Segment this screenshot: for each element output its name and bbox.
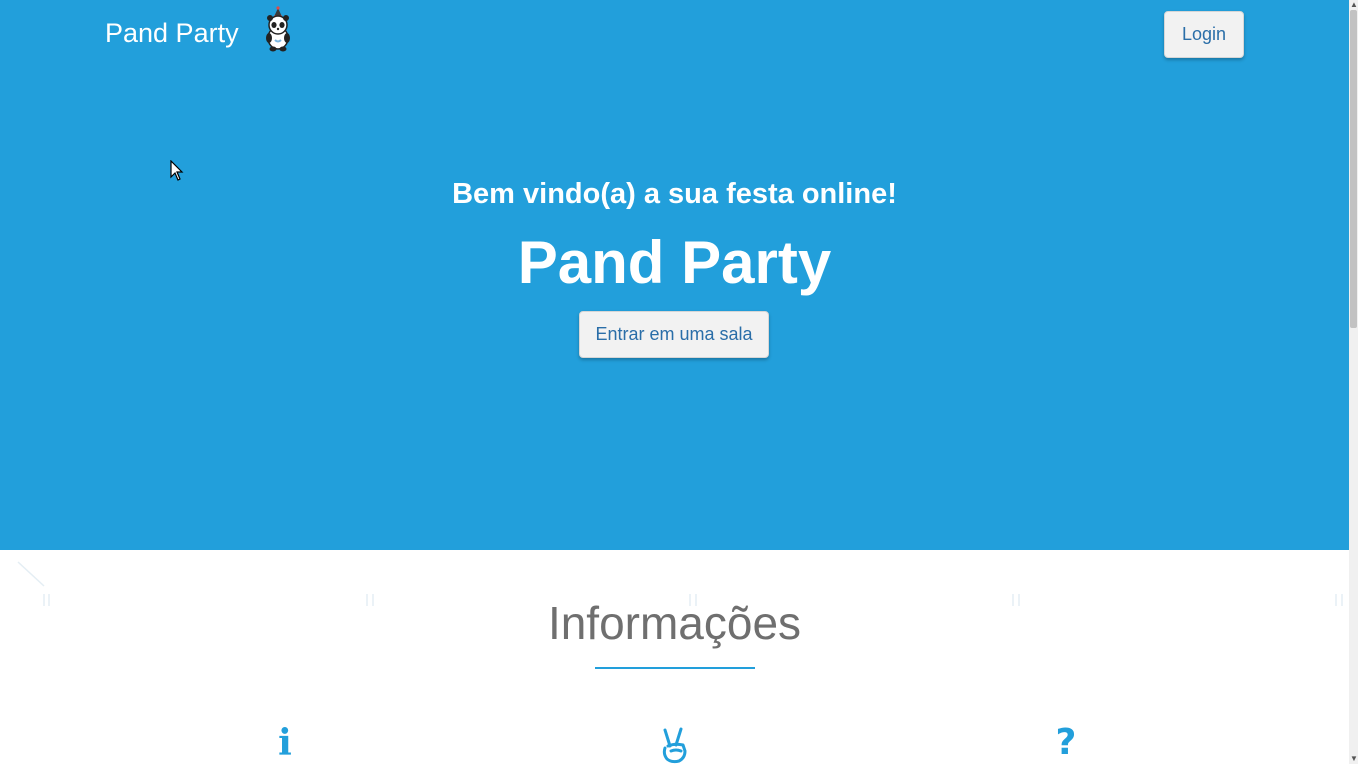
peace-hand-icon bbox=[655, 724, 695, 764]
enter-room-button[interactable]: Entrar em uma sala bbox=[579, 311, 769, 358]
scrollbar-thumb[interactable] bbox=[1350, 10, 1357, 328]
hero-subtitle: Bem vindo(a) a sua festa online! bbox=[452, 178, 897, 210]
mouse-cursor-icon bbox=[170, 160, 184, 181]
info-section-title: Informações bbox=[547, 597, 802, 649]
scroll-up-icon[interactable]: ▲ bbox=[1350, 0, 1358, 9]
info-icon: i bbox=[278, 722, 292, 764]
hero-title: Pand Party bbox=[517, 229, 832, 296]
brand[interactable]: Pand Party bbox=[105, 6, 295, 52]
login-button[interactable]: Login bbox=[1164, 11, 1244, 58]
navbar: Pand Party Login bbox=[0, 0, 1349, 70]
brand-name[interactable]: Pand Party bbox=[105, 18, 239, 49]
title-underline bbox=[595, 667, 755, 669]
question-icon: ? bbox=[1055, 722, 1077, 763]
hero-section: Pand Party Login Bem vindo(a) a sua fest… bbox=[0, 0, 1349, 550]
panda-party-hat-icon bbox=[265, 6, 290, 52]
scroll-down-icon[interactable]: ▼ bbox=[1350, 754, 1358, 763]
